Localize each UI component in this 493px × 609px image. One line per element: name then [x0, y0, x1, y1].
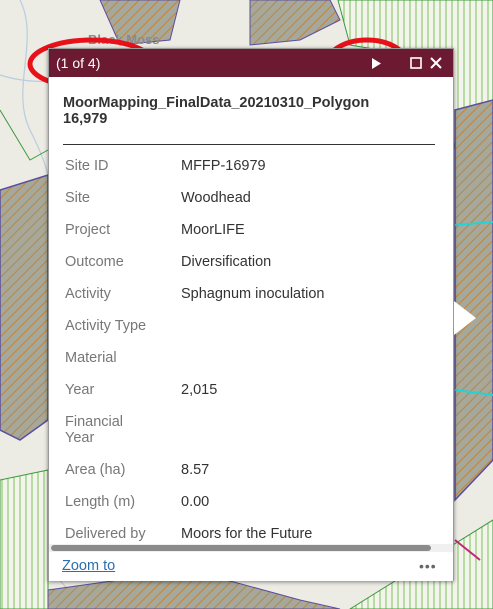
attribute-value: Woodhead: [181, 190, 251, 206]
attribute-key: Year: [65, 382, 95, 398]
next-arrow-icon[interactable]: [365, 52, 387, 74]
attribute-value: 2,015: [181, 382, 218, 398]
title-divider: [63, 144, 435, 145]
side-chevron-icon[interactable]: [454, 293, 480, 343]
green-striped-bottom: [0, 469, 49, 609]
attribute-table: Site ID MFFP-16979 Site Woodhead Project…: [65, 158, 445, 548]
popup-footer: Zoom to •••: [49, 552, 453, 581]
more-options-icon[interactable]: •••: [419, 558, 437, 574]
feature-popup: (1 of 4) MoorMapping_FinalData_20210310_…: [48, 48, 454, 581]
attribute-key: Material: [65, 350, 117, 366]
attribute-value: MoorLIFE: [181, 222, 245, 238]
page-count: (1 of 4): [56, 55, 101, 71]
attribute-key: Activity Type: [65, 318, 147, 334]
attribute-key: Area (ha): [65, 462, 126, 478]
attribute-value: Diversification: [181, 254, 272, 270]
attribute-value: Moors for the Future: [181, 526, 313, 542]
attribute-value: MFFP-16979: [181, 158, 266, 174]
attribute-value: Sphagnum inoculation: [181, 286, 325, 302]
close-icon[interactable]: [425, 52, 447, 74]
attribute-key: Site: [65, 190, 90, 206]
attribute-key: Length (m): [65, 494, 136, 510]
attribute-value: 0.00: [181, 494, 210, 510]
attribute-key: Outcome: [65, 254, 124, 270]
horizontal-scrollbar[interactable]: [49, 544, 453, 552]
popup-header: (1 of 4): [49, 49, 453, 77]
attribute-key: Activity: [65, 286, 111, 302]
attribute-key: Site ID: [65, 158, 109, 174]
attribute-key: Financial Year: [65, 414, 124, 446]
attribute-key: Project: [65, 222, 111, 238]
attribute-key: Delivered by: [65, 526, 146, 542]
maximize-icon[interactable]: [405, 52, 427, 74]
attribute-value: 8.57: [181, 462, 210, 478]
popup-title: MoorMapping_FinalData_20210310_Polygon 1…: [63, 95, 370, 127]
scrollbar-thumb[interactable]: [51, 545, 431, 551]
habitat-polygon-left: [0, 173, 49, 441]
zoom-to-link[interactable]: Zoom to: [62, 558, 115, 574]
